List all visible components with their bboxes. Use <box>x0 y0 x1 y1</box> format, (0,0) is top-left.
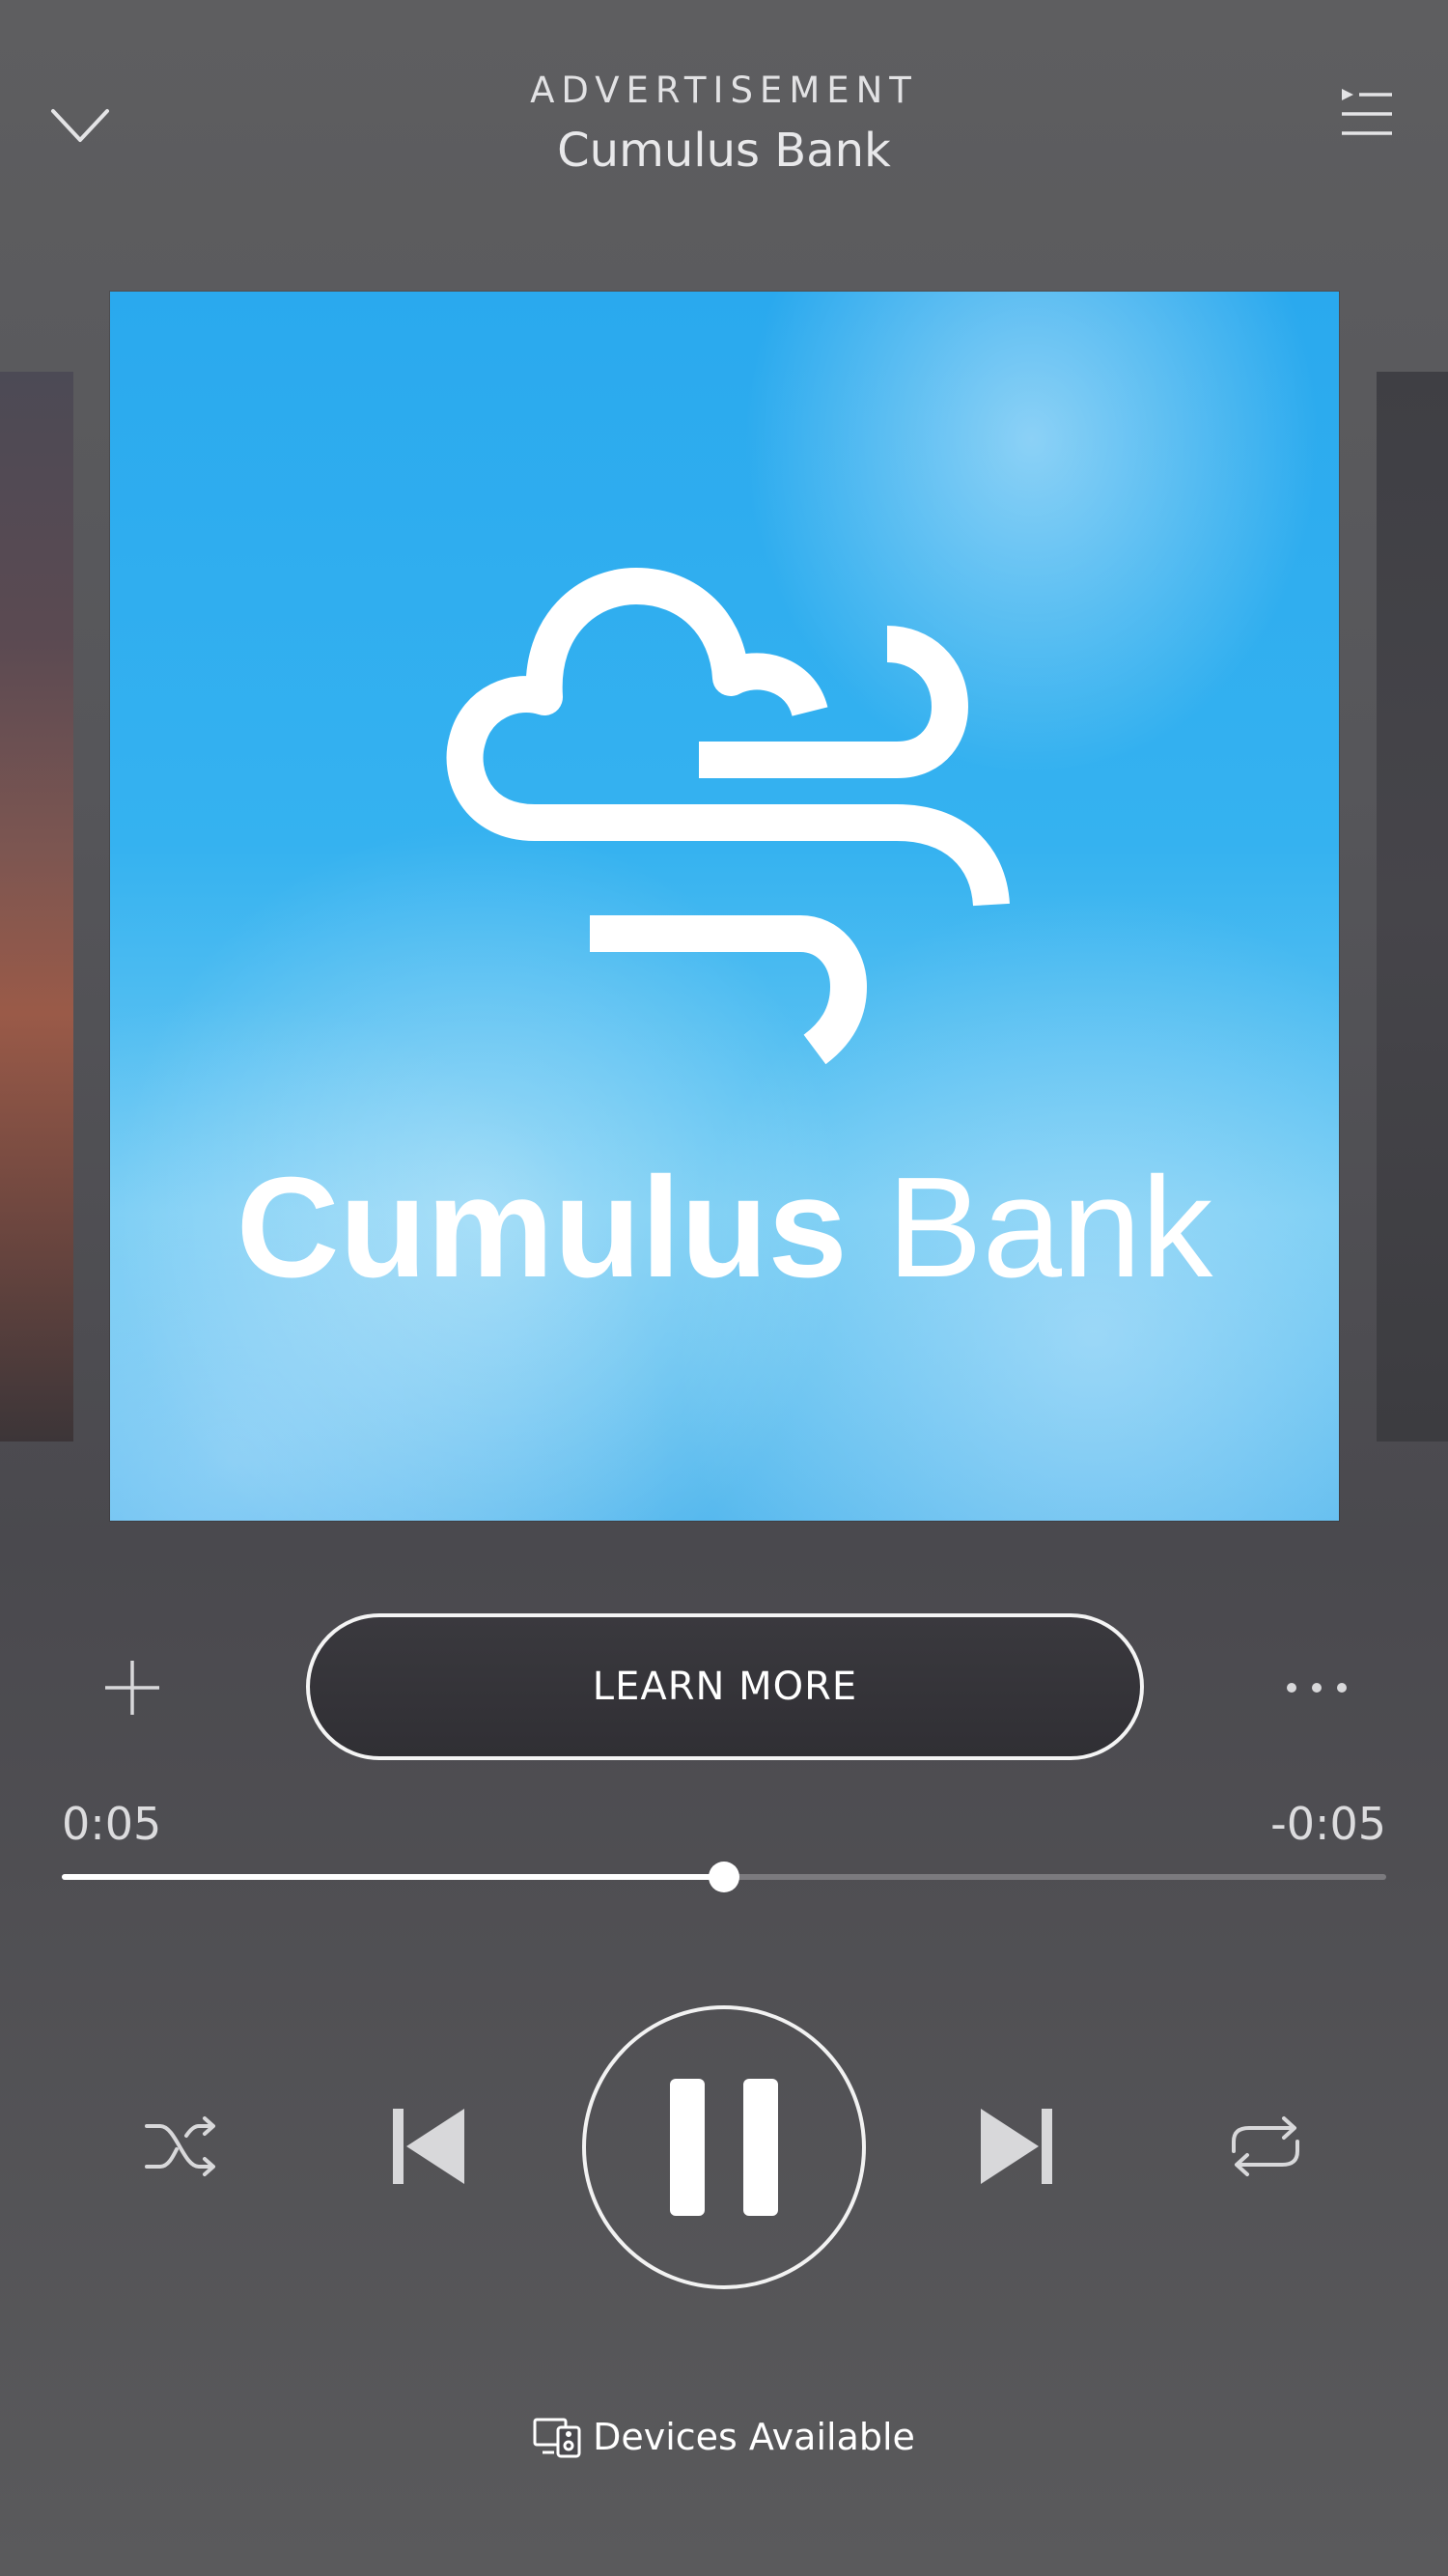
elapsed-time: 0:05 <box>62 1798 162 1850</box>
add-plus-icon[interactable] <box>101 1657 163 1719</box>
previous-icon[interactable] <box>391 2105 468 2188</box>
pause-icon <box>670 2079 778 2216</box>
header-subtitle: ADVERTISEMENT <box>530 70 918 111</box>
progress-bar[interactable] <box>62 1862 1386 1892</box>
learn-more-button[interactable]: LEARN MORE <box>306 1613 1144 1760</box>
header-title: Cumulus Bank <box>557 124 891 178</box>
brand-name-light: Bank <box>886 1148 1213 1307</box>
cover-brand-name: Cumulus Bank <box>110 1146 1339 1310</box>
ad-cover-art[interactable]: Cumulus Bank <box>110 292 1339 1521</box>
next-icon[interactable] <box>977 2105 1054 2188</box>
devices-icon <box>533 2418 581 2458</box>
progress-scrubber-handle[interactable] <box>709 1862 739 1892</box>
devices-available-button[interactable]: Devices Available <box>0 2416 1448 2458</box>
pause-button[interactable] <box>582 2005 866 2289</box>
repeat-icon[interactable] <box>1226 2113 1305 2180</box>
cloud-wind-logo-icon <box>443 533 1022 1074</box>
more-options-icon[interactable] <box>1284 1672 1350 1703</box>
remaining-time: -0:05 <box>1270 1798 1386 1850</box>
progress-bar-fill <box>62 1874 724 1880</box>
next-track-artwork-peek[interactable] <box>1377 372 1448 1442</box>
brand-name-bold: Cumulus <box>236 1148 848 1307</box>
queue-icon[interactable] <box>1340 85 1394 143</box>
devices-available-label: Devices Available <box>593 2416 915 2458</box>
previous-track-artwork-peek[interactable] <box>0 372 73 1442</box>
shuffle-icon[interactable] <box>143 2113 220 2180</box>
